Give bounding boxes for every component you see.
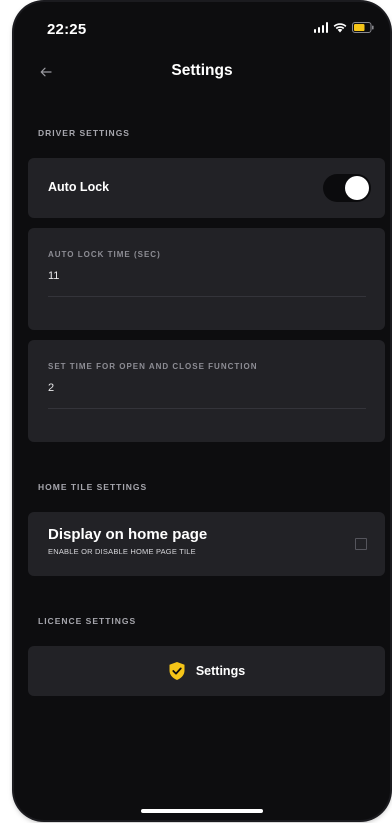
auto-lock-time-label: AUTO LOCK TIME (SEC) [48,250,161,259]
home-indicator[interactable] [141,809,263,813]
phone-screen: 22:25 Settings DRIVER SETTINGS Auto Lock… [14,2,390,820]
driver-settings-heading: DRIVER SETTINGS [38,128,130,138]
open-close-time-card: SET TIME FOR OPEN AND CLOSE FUNCTION [28,340,385,442]
status-bar: 22:25 [14,2,390,54]
open-close-time-input[interactable] [48,382,358,394]
shield-check-icon [168,661,186,681]
status-icons [313,22,375,33]
toggle-knob [345,176,369,200]
display-on-home-subtitle: ENABLE OR DISABLE HOME PAGE TILE [48,547,196,556]
display-on-home-title: Display on home page [48,526,208,543]
input-underline [48,408,366,409]
display-on-home-row[interactable]: Display on home page ENABLE OR DISABLE H… [28,512,385,576]
licence-settings-heading: LICENCE SETTINGS [38,616,137,626]
display-on-home-checkbox[interactable] [355,538,367,550]
licence-settings-label: Settings [195,664,246,678]
licence-settings-button[interactable]: Settings [28,646,385,696]
auto-lock-label: Auto Lock [48,180,110,194]
top-app-bar: Settings [14,54,390,90]
auto-lock-row: Auto Lock [28,158,385,218]
signal-icon [313,22,328,33]
home-tile-settings-heading: HOME TILE SETTINGS [38,482,148,492]
battery-icon [352,22,374,33]
status-time: 22:25 [47,21,87,38]
page-title: Settings [171,62,233,79]
auto-lock-time-input[interactable] [48,270,358,282]
auto-lock-toggle[interactable] [323,174,371,202]
auto-lock-time-card: AUTO LOCK TIME (SEC) [28,228,385,330]
input-underline [48,296,366,297]
open-close-time-label: SET TIME FOR OPEN AND CLOSE FUNCTION [48,362,258,371]
wifi-icon [333,22,347,33]
